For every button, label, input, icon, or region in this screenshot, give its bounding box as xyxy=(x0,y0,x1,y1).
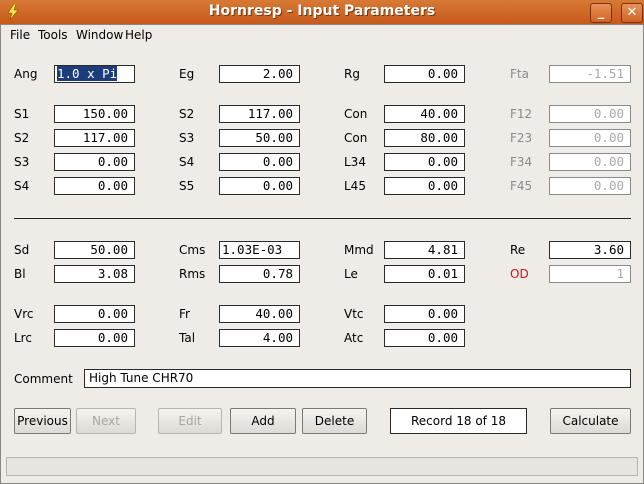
field-f34: 0.00 xyxy=(549,153,631,171)
previous-button[interactable]: Previous xyxy=(14,408,71,434)
field-f45: 0.00 xyxy=(549,177,631,195)
label-lrc: Lrc xyxy=(14,331,32,345)
label-ang: Ang xyxy=(14,67,38,81)
calculate-button[interactable]: Calculate xyxy=(550,408,631,434)
add-button[interactable]: Add xyxy=(230,408,296,434)
field-l45[interactable]: 0.00 xyxy=(384,177,465,195)
field-vtc[interactable]: 0.00 xyxy=(384,305,465,323)
field-fr[interactable]: 40.00 xyxy=(219,305,300,323)
label-fr: Fr xyxy=(179,307,190,321)
field-lrc[interactable]: 0.00 xyxy=(54,329,135,347)
menu-tools[interactable]: Tools xyxy=(38,28,68,42)
label-s1: S1 xyxy=(14,107,30,121)
label-vrc: Vrc xyxy=(14,307,34,321)
label-le: Le xyxy=(344,267,358,281)
menu-window[interactable]: Window xyxy=(76,28,123,42)
field-s5[interactable]: 0.00 xyxy=(219,177,300,195)
label-atc: Atc xyxy=(344,331,364,345)
label-od: OD xyxy=(510,267,529,281)
label-eg: Eg xyxy=(179,67,195,81)
label-bl: Bl xyxy=(14,267,26,281)
label-cms: Cms xyxy=(179,243,206,257)
delete-button[interactable]: Delete xyxy=(302,408,367,434)
field-ang[interactable]: 1.0 x Pi xyxy=(54,65,135,83)
label-tal: Tal xyxy=(179,331,196,345)
label-con2: Con xyxy=(344,131,368,145)
label-s5: S5 xyxy=(179,179,195,193)
label-l34: L34 xyxy=(344,155,366,169)
field-s1[interactable]: 150.00 xyxy=(54,105,135,123)
label-s4: S4 xyxy=(14,179,30,193)
status-bar xyxy=(6,457,638,476)
field-s4[interactable]: 0.00 xyxy=(54,177,135,195)
close-button[interactable]: ✕ xyxy=(621,3,643,23)
field-con1[interactable]: 40.00 xyxy=(384,105,465,123)
field-s3[interactable]: 0.00 xyxy=(54,153,135,171)
field-s3b[interactable]: 50.00 xyxy=(219,129,300,147)
label-rg: Rg xyxy=(344,67,360,81)
label-l45: L45 xyxy=(344,179,366,193)
field-cms[interactable]: 1.03E-03 xyxy=(219,241,300,259)
field-f23: 0.00 xyxy=(549,129,631,147)
field-atc[interactable]: 0.00 xyxy=(384,329,465,347)
field-s2b[interactable]: 117.00 xyxy=(219,105,300,123)
edit-button[interactable]: Edit xyxy=(158,408,222,434)
field-vrc[interactable]: 0.00 xyxy=(54,305,135,323)
field-sd[interactable]: 50.00 xyxy=(54,241,135,259)
label-f45: F45 xyxy=(510,179,533,193)
window-title: Hornresp - Input Parameters xyxy=(208,3,436,19)
label-comment: Comment xyxy=(14,372,73,386)
field-od: 1 xyxy=(549,265,631,283)
field-re[interactable]: 3.60 xyxy=(549,241,631,259)
label-f12: F12 xyxy=(510,107,533,121)
label-f23: F23 xyxy=(510,131,533,145)
label-s4b: S4 xyxy=(179,155,195,169)
field-fta: -1.51 xyxy=(549,65,631,83)
label-con1: Con xyxy=(344,107,368,121)
next-button[interactable]: Next xyxy=(76,408,136,434)
field-bl[interactable]: 3.08 xyxy=(54,265,135,283)
record-indicator: Record 18 of 18 xyxy=(390,408,527,434)
menu-bar: File Tools Window Help xyxy=(0,25,644,45)
field-f12: 0.00 xyxy=(549,105,631,123)
label-re: Re xyxy=(510,243,526,257)
minimize-button[interactable]: _ xyxy=(590,3,612,23)
label-sd: Sd xyxy=(14,243,30,257)
field-mmd[interactable]: 4.81 xyxy=(384,241,465,259)
label-s3: S3 xyxy=(14,155,30,169)
menu-help[interactable]: Help xyxy=(125,28,152,42)
field-con2[interactable]: 80.00 xyxy=(384,129,465,147)
label-s2: S2 xyxy=(14,131,30,145)
title-bar: Hornresp - Input Parameters _ ✕ xyxy=(0,0,644,25)
field-le[interactable]: 0.01 xyxy=(384,265,465,283)
field-rg[interactable]: 0.00 xyxy=(384,65,465,83)
label-fta: Fta xyxy=(510,67,529,81)
field-s2[interactable]: 117.00 xyxy=(54,129,135,147)
field-ang-value: 1.0 x Pi xyxy=(57,66,118,81)
label-rms: Rms xyxy=(179,267,206,281)
label-vtc: Vtc xyxy=(344,307,364,321)
label-f34: F34 xyxy=(510,155,533,169)
comment-input[interactable]: High Tune CHR70 xyxy=(84,369,631,388)
menu-file[interactable]: File xyxy=(10,28,30,42)
field-rms[interactable]: 0.78 xyxy=(219,265,300,283)
field-tal[interactable]: 4.00 xyxy=(219,329,300,347)
label-s3b: S3 xyxy=(179,131,195,145)
label-mmd: Mmd xyxy=(344,243,374,257)
field-s4b[interactable]: 0.00 xyxy=(219,153,300,171)
label-s2b: S2 xyxy=(179,107,195,121)
field-eg[interactable]: 2.00 xyxy=(219,65,300,83)
section-divider xyxy=(14,218,631,219)
field-l34[interactable]: 0.00 xyxy=(384,153,465,171)
